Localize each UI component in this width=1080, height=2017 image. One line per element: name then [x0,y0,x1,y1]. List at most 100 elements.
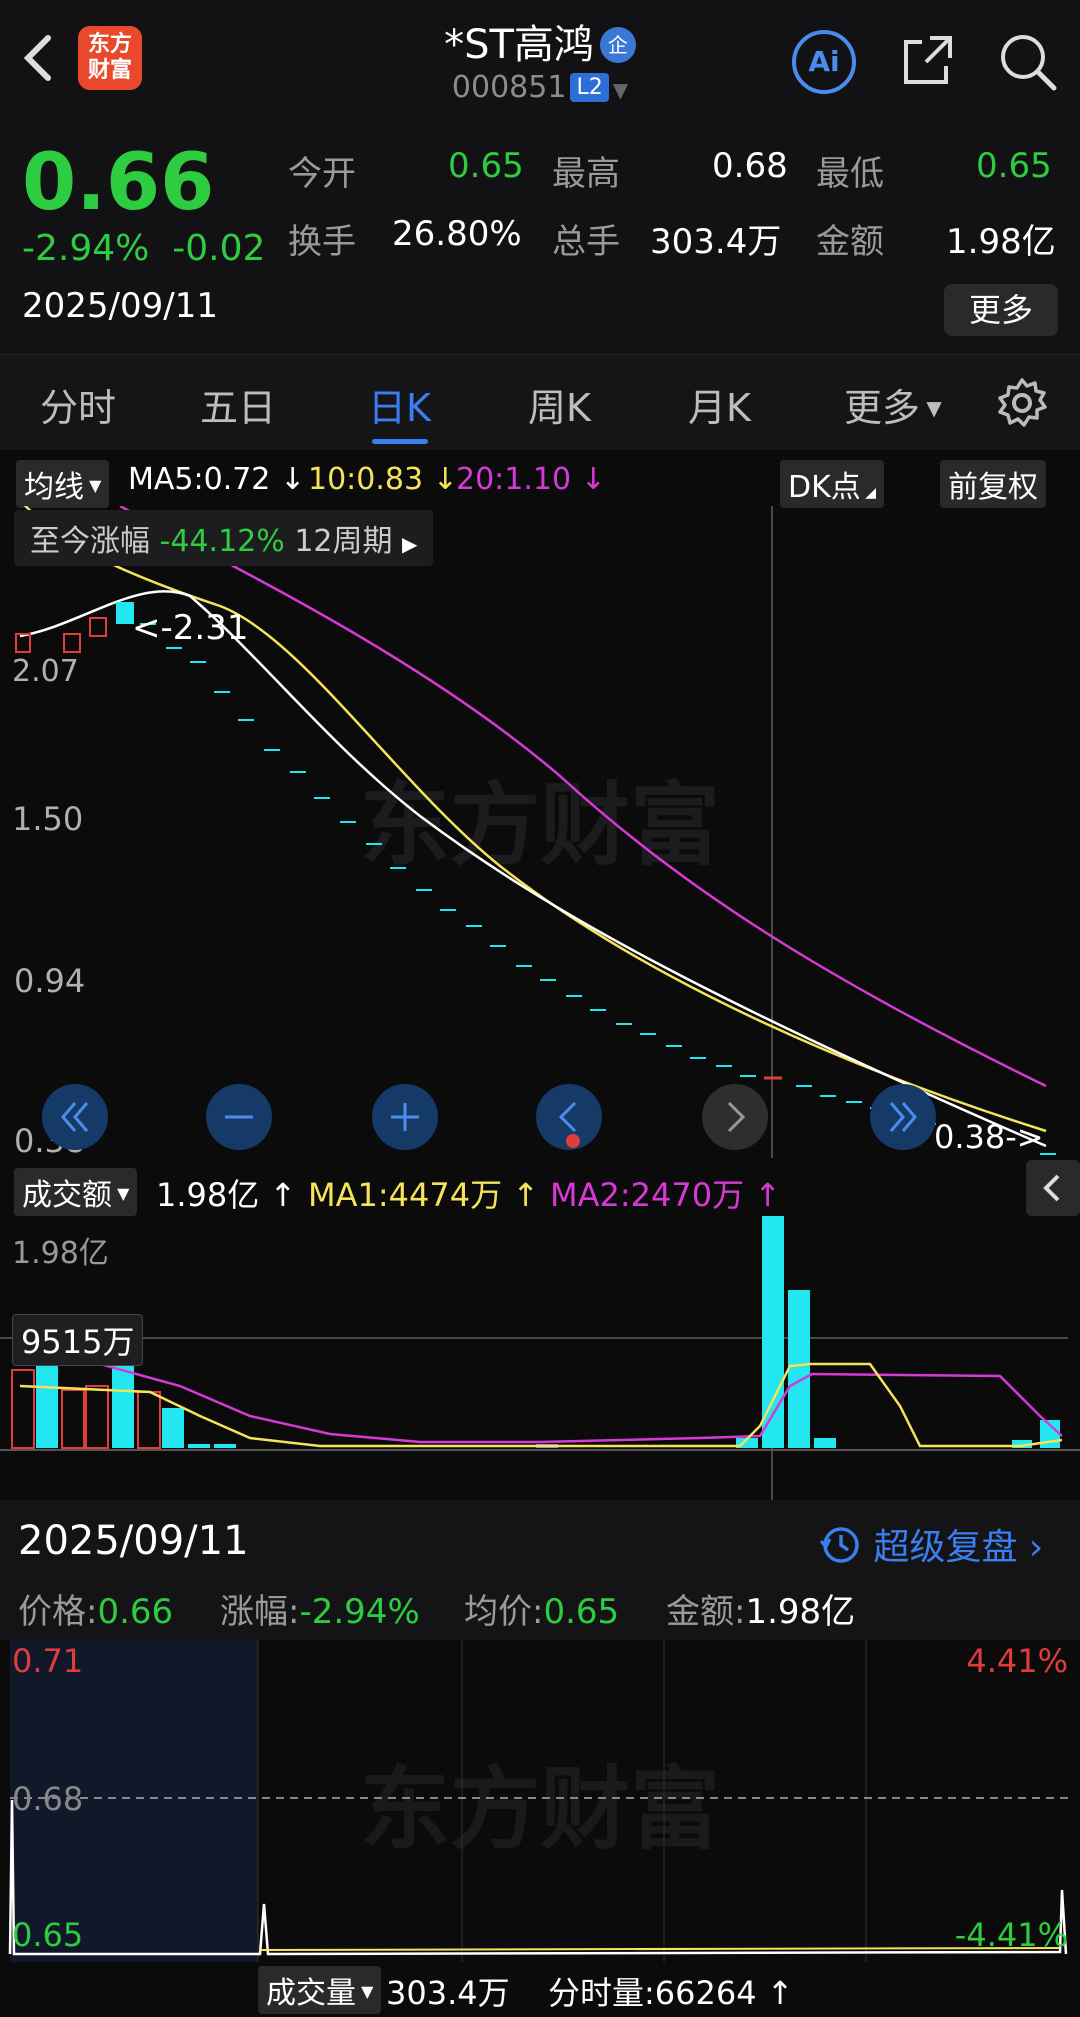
double-chevron-left-icon [61,1102,89,1132]
search-icon[interactable] [996,30,1058,92]
doji-candles [140,623,1056,1155]
detail-panel: 2025/09/11 超级复盘 › 价格:0.66 涨幅:-2.94% 均价:0… [0,1500,1080,1640]
dropdown-triangle-icon: ▼ [612,78,629,102]
dropdown-triangle-icon: ▼ [356,1982,374,2001]
range-info-pill[interactable]: 至今涨幅 -44.12% 12周期 ▶ [14,510,434,566]
detail-date: 2025/09/11 [18,1518,249,1564]
enterprise-badge-icon: 企 [599,27,636,63]
super-replay-button[interactable]: 超级复盘 › [818,1518,1043,1570]
y-axis-label-top: 1.50 [12,800,84,838]
bottom-volume-selector[interactable]: 成交量 ▼ [258,1966,382,2014]
turnover-label: 换手 [288,222,356,262]
tab-monthly-k[interactable]: 月K [688,377,751,432]
open-field: 今开 [288,146,356,195]
bottom-volume-row: 成交量 ▼ 303.4万 分时量:66264 ↑ [0,1962,1080,2017]
volume-y-top-label: 1.98亿 [12,1236,109,1271]
bottom-volume-value: 303.4万 [386,1974,510,2012]
high-value: 0.68 [712,146,788,186]
y-axis-label-mid: 0.94 [14,962,86,1000]
more-quote-button[interactable]: 更多 [944,284,1058,336]
scroll-far-right-button[interactable] [870,1084,936,1150]
low-value: 0.65 [976,146,1052,186]
volume-selector[interactable]: 成交额 ▼ [14,1168,138,1216]
tab-five-day[interactable]: 五日 [200,377,276,432]
low-marker-value: 0.38 [934,1118,1006,1156]
ma5-value: MA5:0.72 ↓ [128,462,306,497]
mini-mid-left: 0.68 [12,1780,84,1818]
volume-value: 303.4万 [650,222,782,262]
ai-assistant-button[interactable]: Ai [792,30,856,94]
detail-amount-value: 1.98亿 [745,1592,856,1632]
detail-avg-label: 均价: [464,1592,544,1632]
zoom-out-button[interactable] [206,1084,272,1150]
tab-more[interactable]: 更多 ▼ [844,377,942,432]
change-percent: -2.94% [22,228,150,269]
intraday-mini-chart[interactable]: 东方财富 0.71 0.68 0.65 4.41% -4.41% [0,1640,1080,1962]
settings-gear-icon[interactable] [996,377,1048,429]
volume-value: 1.98亿 ↑ [156,1176,297,1214]
dk-point-selector[interactable]: DK点 ◢ [780,460,884,508]
chevron-right-icon [727,1101,746,1133]
double-chevron-right-icon [889,1102,917,1132]
ma-selector[interactable]: 均线 ▼ [16,460,110,508]
top-bar: 东方 财富 *ST高鸿企 000851 L2 ▼ Ai [0,0,1080,122]
candle [89,617,107,637]
chevron-left-icon [1043,1174,1060,1202]
bottom-selector-label: 成交量 [266,1976,356,2011]
dropdown-triangle-icon: ▼ [112,1184,130,1203]
candle [63,633,81,653]
intraday-avg-line [259,1947,1061,1951]
current-price: 0.66 [22,138,215,228]
ma-legend-row: 均线 ▼ MA5:0.72 ↓ 10:0.83 ↓ 20:1.10 ↓ DK点 … [0,456,1080,508]
chevron-right-icon: › [1028,1527,1044,1568]
active-tab-indicator [372,439,428,444]
scroll-right-button[interactable] [702,1084,768,1150]
ma10-value: 10:0.83 ↓ [308,462,458,497]
detail-price-label: 价格: [18,1592,98,1632]
range-label: 至今涨幅 [30,524,150,559]
adjust-selector[interactable]: 前复权 [940,460,1046,508]
period-tabs: 分时 五日 日K 周K 月K 更多 ▼ [0,354,1080,450]
scroll-left-button[interactable] [536,1084,602,1150]
intraday-canvas: 东方财富 [8,1640,1068,1962]
volume-ma2-text: MA2:2470万 [550,1176,745,1214]
volume-chart[interactable]: 1.98亿 9515万 [0,1216,1080,1500]
collapse-panel-button[interactable] [1026,1160,1080,1216]
mini-bottom-right: -4.41% [954,1916,1068,1954]
watermark-text: 东方财富 [360,1757,720,1862]
detail-price: 价格:0.66 [18,1584,173,1633]
kline-chart[interactable]: 东方财富 2.07 <-2.31 1.50 0.94 0.38 0.38-> 至… [0,499,1080,1160]
mini-bottom-left: 0.65 [12,1916,84,1954]
bottom-tick-volume: 分时量:66264 ↑ [548,1974,794,2012]
detail-avg-value: 0.65 [543,1592,620,1632]
detail-amount: 金额:1.98亿 [666,1584,855,1633]
chevron-right-icon: ▶ [402,532,418,556]
amount-field: 金额 [816,214,884,263]
volume-value-text: 1.98亿 [156,1176,260,1214]
volume-field: 总手 [552,214,620,263]
tab-daily-k[interactable]: 日K [368,377,431,432]
tab-intraday[interactable]: 分时 [40,377,116,432]
price-change: -2.94% -0.02 [22,228,265,269]
detail-price-value: 0.66 [97,1592,174,1632]
dropdown-triangle-icon: ▼ [920,396,942,420]
tab-more-label: 更多 [844,386,921,430]
amount-label: 金额 [816,222,884,262]
mini-top-left: 0.71 [12,1642,84,1680]
tab-weekly-k[interactable]: 周K [528,377,591,432]
volume-ma1: MA1:4474万 ↑ [308,1176,540,1214]
ma5-text: MA5:0.72 [128,462,271,497]
quote-date: 2025/09/11 [22,286,218,326]
turnover-value: 26.80% [392,214,522,254]
dk-point-label: DK点 [788,470,861,505]
low-label: 最低 [816,154,884,194]
scroll-far-left-button[interactable] [42,1084,108,1150]
dropdown-triangle-icon: ▼ [84,476,102,495]
volume-canvas [0,1216,1080,1500]
detail-amount-label: 金额: [666,1592,746,1632]
share-icon[interactable] [900,32,956,88]
volume-selector-label: 成交额 [22,1178,112,1213]
detail-pct: 涨幅:-2.94% [220,1584,420,1633]
zoom-in-button[interactable] [372,1084,438,1150]
stock-name: *ST高鸿 [444,22,594,68]
